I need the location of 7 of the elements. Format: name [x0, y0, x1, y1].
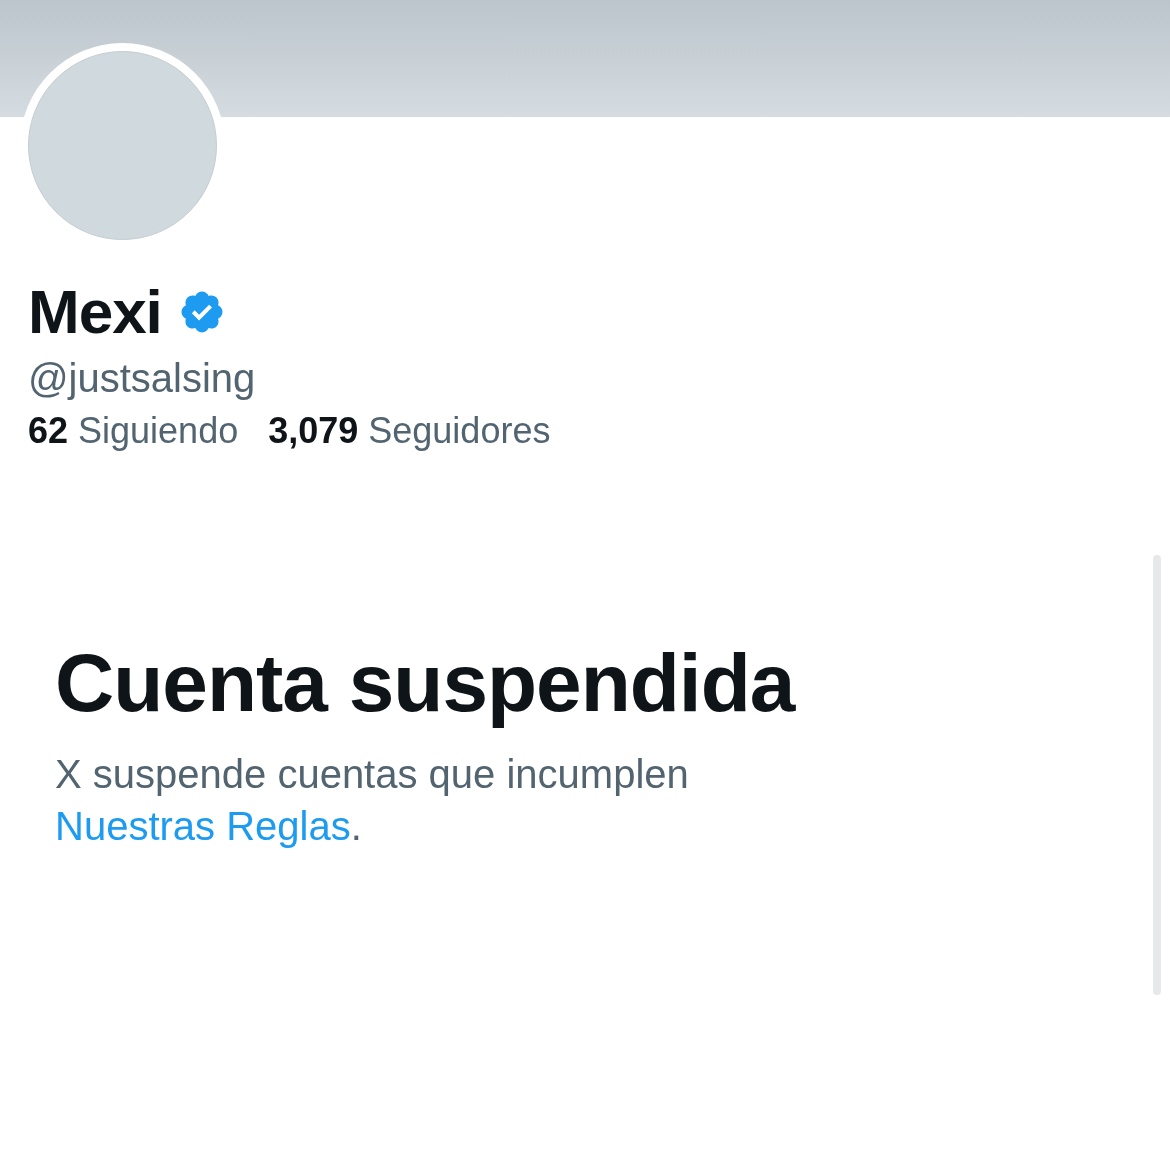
notice-message: X suspende cuentas que incumplen Nuestras Reglas. — [55, 751, 690, 850]
scrollbar[interactable] — [1153, 555, 1161, 995]
profile-stat[interactable]: 62 Siguiendo — [28, 409, 239, 453]
profile-name: Mexi — [28, 281, 162, 343]
profile-stat[interactable]: 3,079 Seguidores — [268, 409, 551, 453]
profile-handle: @justsalsing — [28, 355, 257, 402]
notice-title: Cuenta suspendida — [55, 638, 797, 728]
